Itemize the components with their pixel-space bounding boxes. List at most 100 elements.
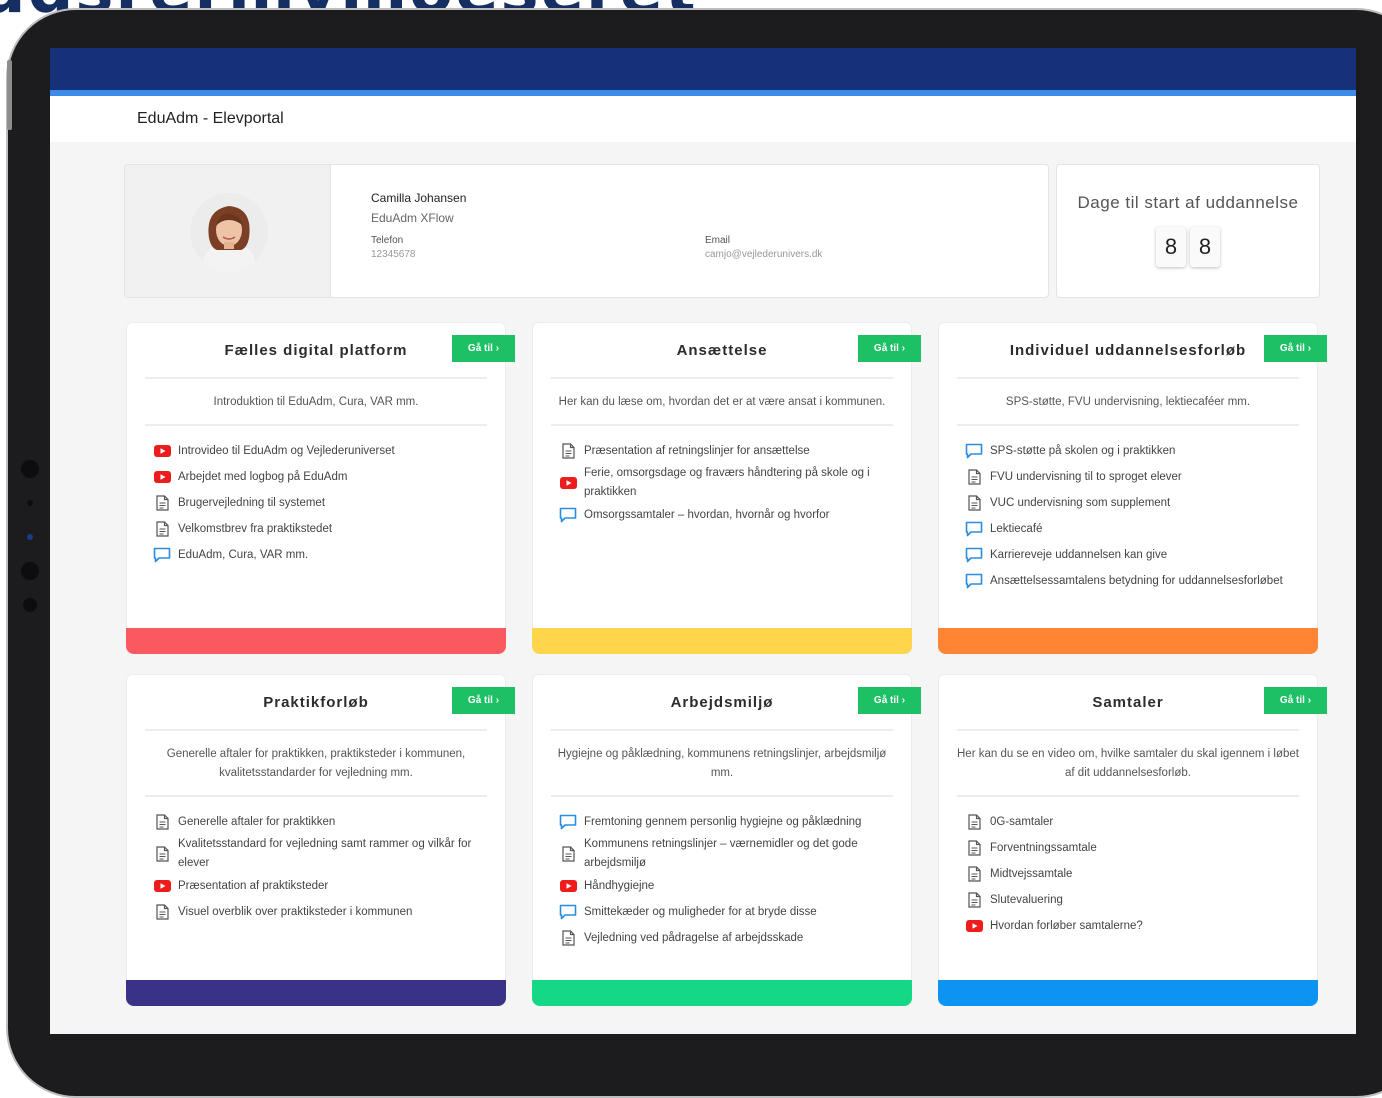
list-item-label: SPS-støtte på skolen og i praktikken bbox=[990, 444, 1176, 457]
card-description: Her kan du se en video om, hvilke samtal… bbox=[957, 748, 1299, 779]
list-item[interactable]: Hvordan forløber samtalerne? bbox=[965, 913, 1317, 939]
list-item[interactable]: Vejledning ved pådragelse af arbejdsskad… bbox=[559, 925, 911, 951]
list-item[interactable]: Arbejdet med logbog på EduAdm bbox=[153, 464, 505, 490]
list-item[interactable]: Kvalitetsstandard for vejledning samt ra… bbox=[153, 835, 505, 873]
list-item[interactable]: Smittekæder og muligheder for at bryde d… bbox=[559, 899, 911, 925]
list-item[interactable]: 0G-samtaler bbox=[965, 809, 1317, 835]
list-item-label: Arbejdet med logbog på EduAdm bbox=[178, 470, 348, 483]
chevron-right-icon: › bbox=[901, 343, 906, 354]
chevron-right-icon: › bbox=[495, 695, 500, 706]
card-header: Individuel uddannelsesforløb Gå til › bbox=[939, 323, 1327, 377]
document-icon bbox=[153, 521, 171, 537]
list-item-label: 0G-samtaler bbox=[990, 815, 1054, 828]
sensor-dot-2 bbox=[23, 598, 37, 612]
countdown-digit: 8 bbox=[1156, 227, 1186, 267]
countdown-card: Dage til start af uddannelse 8 8 bbox=[1056, 164, 1320, 298]
document-icon bbox=[965, 495, 983, 511]
goto-button[interactable]: Gå til › bbox=[452, 335, 515, 362]
list-item[interactable]: VUC undervisning som supplement bbox=[965, 490, 1317, 516]
goto-button[interactable]: Gå til › bbox=[452, 687, 515, 714]
goto-button[interactable]: Gå til › bbox=[1264, 335, 1327, 362]
list-item[interactable]: Brugervejledning til systemet bbox=[153, 490, 505, 516]
camera-dot-2 bbox=[21, 562, 39, 580]
chat-icon bbox=[965, 573, 983, 589]
youtube-icon bbox=[559, 477, 577, 489]
list-item[interactable]: Ferie, omsorgsdage og fraværs håndtering… bbox=[559, 464, 911, 502]
list-item-label: Lektiecafé bbox=[990, 522, 1043, 535]
volume-button bbox=[7, 60, 12, 130]
list-item[interactable]: Lektiecafé bbox=[965, 516, 1317, 542]
chat-icon bbox=[559, 904, 577, 920]
chevron-right-icon: › bbox=[901, 695, 906, 706]
list-item[interactable]: Midtvejssamtale bbox=[965, 861, 1317, 887]
youtube-icon bbox=[559, 880, 577, 892]
document-icon bbox=[559, 846, 577, 862]
card-item-list: 0G-samtaler Forventningssamtale Midtvejssa… bbox=[939, 797, 1317, 939]
goto-button[interactable]: Gå til › bbox=[1264, 687, 1327, 714]
list-item[interactable]: Introvideo til EduAdm og Vejlederunivers… bbox=[153, 438, 505, 464]
list-item-label: Ansættelsessamtalens betydning for uddan… bbox=[990, 574, 1283, 587]
list-item-label: Velkomstbrev fra praktikstedet bbox=[178, 522, 333, 535]
section-card: Arbejdsmiljø Gå til › Hygiejne og påklædni… bbox=[532, 674, 921, 1006]
sensor-dot bbox=[27, 500, 33, 506]
card-title: Samtaler bbox=[1092, 694, 1164, 711]
card-color-bar bbox=[938, 628, 1318, 654]
list-item[interactable]: Kommunens retningslinjer – værnemidler o… bbox=[559, 835, 911, 873]
camera-lens bbox=[27, 534, 33, 540]
chat-icon bbox=[559, 507, 577, 523]
document-icon bbox=[559, 930, 577, 946]
list-item[interactable]: FVU undervisning til to sproget elever bbox=[965, 464, 1317, 490]
list-item[interactable]: Slutevaluering bbox=[965, 887, 1317, 913]
card-description: SPS-støtte, FVU undervisning, lektiecafé… bbox=[1005, 396, 1251, 408]
goto-button[interactable]: Gå til › bbox=[858, 335, 921, 362]
list-item-label: Visuel overblik over praktiksteder i kom… bbox=[178, 905, 413, 918]
list-item-label: Håndhygiejne bbox=[584, 879, 655, 892]
list-item-label: Hvordan forløber samtalerne? bbox=[990, 919, 1143, 932]
document-icon bbox=[559, 443, 577, 459]
goto-label: Gå til bbox=[1279, 695, 1305, 706]
list-item[interactable]: Ansættelsessamtalens betydning for uddan… bbox=[965, 568, 1317, 594]
list-item-label: Smittekæder og muligheder for at bryde d… bbox=[584, 905, 817, 918]
document-icon bbox=[965, 814, 983, 830]
card-description: Her kan du læse om, hvordan det er at væ… bbox=[558, 396, 886, 408]
list-item-label: VUC undervisning som supplement bbox=[990, 496, 1171, 509]
list-item-label: Præsentation af praktiksteder bbox=[178, 879, 329, 892]
section-card: Samtaler Gå til › Her kan du se en video o… bbox=[938, 674, 1327, 1006]
goto-button[interactable]: Gå til › bbox=[858, 687, 921, 714]
list-item[interactable]: Karriereveje uddannelsen kan give bbox=[965, 542, 1317, 568]
section-card: Praktikforløb Gå til › Generelle aftaler f… bbox=[126, 674, 515, 1006]
list-item[interactable]: Velkomstbrev fra praktikstedet bbox=[153, 516, 505, 542]
card-color-bar bbox=[126, 628, 506, 654]
card-header: Ansættelse Gå til › bbox=[533, 323, 921, 377]
chat-icon bbox=[965, 521, 983, 537]
list-item[interactable]: Forventningssamtale bbox=[965, 835, 1317, 861]
card-color-bar bbox=[532, 628, 912, 654]
list-item[interactable]: Håndhygiejne bbox=[559, 873, 911, 899]
card-item-list: Fremtoning gennem personlig hygiejne og … bbox=[533, 797, 911, 951]
list-item-label: Slutevaluering bbox=[990, 893, 1063, 906]
list-item[interactable]: Omsorgssamtaler – hvordan, hvornår og hv… bbox=[559, 502, 911, 528]
list-item-label: Præsentation af retningslinjer for ansæt… bbox=[584, 444, 810, 457]
chevron-right-icon: › bbox=[1307, 695, 1312, 706]
card-item-list: Introvideo til EduAdm og Vejlederunivers… bbox=[127, 426, 505, 568]
card-description: Generelle aftaler for praktikken, prakti… bbox=[166, 748, 466, 779]
list-item[interactable]: Fremtoning gennem personlig hygiejne og … bbox=[559, 809, 911, 835]
list-item[interactable]: Visuel overblik over praktiksteder i kom… bbox=[153, 899, 505, 925]
card-description: Hygiejne og påklædning, kommunens retnin… bbox=[557, 748, 887, 779]
card-title: Arbejdsmiljø bbox=[670, 694, 774, 711]
profile-org: EduAdm XFlow bbox=[371, 211, 454, 225]
goto-label: Gå til bbox=[1279, 343, 1305, 354]
list-item-label: Omsorgssamtaler – hvordan, hvornår og hv… bbox=[584, 508, 830, 521]
goto-label: Gå til bbox=[873, 343, 899, 354]
list-item-label: Kommunens retningslinjer – værnemidler o… bbox=[584, 838, 858, 869]
list-item[interactable]: Præsentation af praktiksteder bbox=[153, 873, 505, 899]
list-item[interactable]: Generelle aftaler for praktikken bbox=[153, 809, 505, 835]
app-screen: EduAdm - Elevportal Camilla Johansen Edu… bbox=[50, 48, 1356, 1034]
chat-icon bbox=[965, 443, 983, 459]
list-item[interactable]: Præsentation af retningslinjer for ansæt… bbox=[559, 438, 911, 464]
card-color-bar bbox=[126, 980, 506, 1006]
list-item[interactable]: EduAdm, Cura, VAR mm. bbox=[153, 542, 505, 568]
list-item[interactable]: SPS-støtte på skolen og i praktikken bbox=[965, 438, 1317, 464]
email-value: camjo@vejlederunivers.dk bbox=[705, 249, 823, 260]
document-icon bbox=[153, 495, 171, 511]
